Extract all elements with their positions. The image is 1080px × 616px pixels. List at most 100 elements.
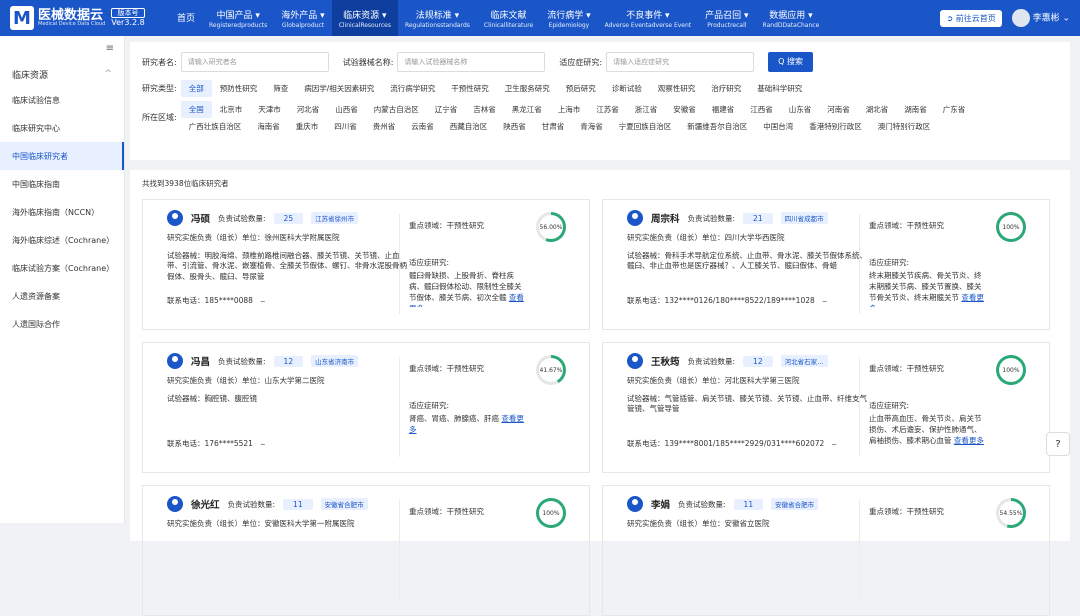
type-tag[interactable]: 预后研究: [558, 80, 604, 97]
region-tag[interactable]: 山东省: [781, 101, 820, 118]
researcher-input[interactable]: 请输入研究者名: [180, 52, 329, 72]
sidebar-toggle-icon[interactable]: ≡: [0, 36, 124, 62]
sidebar-item[interactable]: 海外临床指南（NCCN）: [0, 198, 124, 226]
region-tag[interactable]: 四川省: [326, 118, 365, 135]
type-tag[interactable]: 卫生服务研究: [497, 80, 558, 97]
region-tag[interactable]: 青海省: [572, 118, 611, 135]
region-tag[interactable]: 江西省: [742, 101, 781, 118]
region-tag[interactable]: 天津市: [250, 101, 289, 118]
region-tag[interactable]: 河南省: [819, 101, 858, 118]
brand[interactable]: M 医械数据云 Medical Device Data Cloud 版本号 Ve…: [0, 6, 170, 30]
results-panel: 共找到3938位临床研究者 冯硕 负责试验数量: 25 江苏省徐州市 研究实施负责（组长…: [130, 170, 1070, 616]
researcher-name[interactable]: 冯硕: [191, 211, 210, 225]
region-tag[interactable]: 广西壮族自治区: [181, 118, 250, 135]
researcher-name[interactable]: 王秋筠: [651, 354, 680, 368]
nav-item-2[interactable]: 海外产品 ▾ Globalproduct: [274, 0, 331, 36]
nav-item-4[interactable]: 法规标准 ▾ Regulationsstandards: [398, 0, 477, 36]
region-tag[interactable]: 新疆维吾尔自治区: [679, 118, 755, 135]
region-tag[interactable]: 上海市: [550, 101, 589, 118]
sidebar-item[interactable]: 中国临床研究者: [0, 142, 124, 170]
region-tag[interactable]: 河北省: [289, 101, 328, 118]
region-tag[interactable]: 中国台湾: [755, 118, 801, 135]
region-tag[interactable]: 辽宁省: [427, 101, 466, 118]
device-input[interactable]: 请输入试验器械名称: [397, 52, 546, 72]
type-tag[interactable]: 观察性研究: [650, 80, 704, 97]
nav-item-5[interactable]: 临床文献 Clinicalliterature: [477, 0, 540, 36]
region-tag[interactable]: 云南省: [403, 118, 442, 135]
region-tag[interactable]: 湖北省: [858, 101, 897, 118]
sidebar-item[interactable]: 人遗资源备案: [0, 282, 124, 310]
region-tag[interactable]: 宁夏回族自治区: [611, 118, 680, 135]
region-tag[interactable]: 贵州省: [365, 118, 404, 135]
region-tag[interactable]: 江苏省: [588, 101, 627, 118]
type-tag[interactable]: 病因学/相关因素研究: [296, 80, 382, 97]
type-tag[interactable]: 预防性研究: [212, 80, 266, 97]
type-tag[interactable]: 筛查: [265, 80, 296, 97]
go-cloud-home-button[interactable]: ➲ 前往云首页: [940, 9, 1002, 27]
progress-value: 100%: [999, 358, 1023, 382]
search-button[interactable]: Q 搜索: [768, 52, 813, 72]
region-tag[interactable]: 全国: [180, 101, 212, 118]
name-line: 冯昌 负责试验数量: 12 山东省济南市: [167, 353, 407, 369]
indication-input[interactable]: 请输入适应症研究: [606, 52, 755, 72]
type-tag[interactable]: 治疗研究: [703, 80, 749, 97]
type-tag[interactable]: 流行病学研究: [382, 80, 443, 97]
nav-item-3[interactable]: 临床资源 ▾ ClinicalResources: [331, 0, 398, 36]
region-tag[interactable]: 重庆市: [288, 118, 327, 135]
lead-unit: 研究实施负责（组长）单位：河北医科大学第三医院: [627, 376, 800, 385]
type-tag[interactable]: 全部: [180, 80, 212, 97]
sidebar-item[interactable]: 海外临床综述（Cochrane）: [0, 226, 124, 254]
region-tag[interactable]: 湖南省: [896, 101, 935, 118]
region-tag[interactable]: 陕西省: [495, 118, 534, 135]
region-tag[interactable]: 香港特别行政区: [801, 118, 870, 135]
researcher-name[interactable]: 周宗科: [651, 211, 680, 225]
nav-item-0[interactable]: 首页: [170, 0, 202, 36]
region-tag[interactable]: 浙江省: [627, 101, 666, 118]
lead-unit: 研究实施负责（组长）单位：徐州医科大学附属医院: [167, 233, 340, 242]
top-navbar: M 医械数据云 Medical Device Data Cloud 版本号 Ve…: [0, 0, 1080, 36]
sidebar-item[interactable]: 人遗国际合作: [0, 310, 124, 338]
nav-item-label: 流行病学 ▾: [547, 10, 591, 21]
region-tag[interactable]: 吉林省: [465, 101, 504, 118]
card-right: 重点领域：干预性研究 适应症研究: 肾癌、胃癌、肺腺癌、肝癌 查看更多: [409, 363, 524, 450]
type-tag[interactable]: 基础科学研究: [749, 80, 810, 97]
sidebar-item[interactable]: 中国临床指南: [0, 170, 124, 198]
region-tag[interactable]: 安徽省: [665, 101, 704, 118]
researcher-name[interactable]: 徐光红: [191, 497, 220, 511]
region-tag[interactable]: 福建省: [704, 101, 743, 118]
region-tag[interactable]: 澳门特别行政区: [870, 118, 939, 135]
sidebar-item[interactable]: 临床试验方案（Cochrane）: [0, 254, 124, 282]
region-tag[interactable]: 黑龙江省: [504, 101, 550, 118]
nav-item-7[interactable]: 不良事件 ▾ Adverse Eventadverse Event: [598, 0, 699, 36]
researcher-name[interactable]: 冯昌: [191, 354, 210, 368]
region-tag[interactable]: 山西省: [327, 101, 366, 118]
region-tag[interactable]: 广东省: [935, 101, 974, 118]
user-menu[interactable]: 李惠彬 ⌄: [1011, 9, 1070, 27]
region-tag[interactable]: 西藏自治区: [442, 118, 496, 135]
device-list: 试验器械：骨科手术导航定位系统、止血带、骨水泥、膝关节假体系统、髋臼、非止血带也…: [627, 250, 867, 271]
sidebar-group-clinical[interactable]: 临床资源 ^: [0, 62, 124, 86]
progress-ring: 54.55%: [996, 498, 1026, 528]
help-float-icon[interactable]: ?: [1046, 432, 1070, 456]
sidebar: ≡ 临床资源 ^ 临床试验信息 临床研究中心 中国临床研究者 中国临床指南 海外临床指南…: [0, 36, 125, 523]
region-tag[interactable]: 海南省: [249, 118, 288, 135]
nav-item-9[interactable]: 数据应用 ▾ RandDDataChance: [756, 0, 827, 36]
sidebar-item[interactable]: 临床试验信息: [0, 86, 124, 114]
region-tag[interactable]: 北京市: [212, 101, 251, 118]
result-count: 共找到3938位临床研究者: [142, 179, 229, 188]
nav-item-label: 产品召回 ▾: [705, 10, 749, 21]
nav-item-8[interactable]: 产品召回 ▾ Productrecall: [698, 0, 755, 36]
region-tag[interactable]: 甘肃省: [534, 118, 573, 135]
nav-item-6[interactable]: 流行病学 ▾ Epidemiology: [540, 0, 597, 36]
type-tag[interactable]: 诊断试验: [604, 80, 650, 97]
nav-item-label: 临床资源 ▾: [343, 10, 387, 21]
name-line: 李娟 负责试验数量: 11 安徽省合肥市: [627, 496, 867, 512]
type-tag[interactable]: 干预性研究: [443, 80, 497, 97]
nav-item-1[interactable]: 中国产品 ▾ Registeredproducts: [202, 0, 274, 36]
progress-value: 100%: [999, 215, 1023, 239]
sidebar-item[interactable]: 临床研究中心: [0, 114, 124, 142]
focus-area: 重点领域：干预性研究: [409, 507, 484, 516]
view-more-link[interactable]: 查看更多: [954, 436, 984, 445]
region-tag[interactable]: 内蒙古自治区: [366, 101, 427, 118]
researcher-name[interactable]: 李娟: [651, 497, 670, 511]
